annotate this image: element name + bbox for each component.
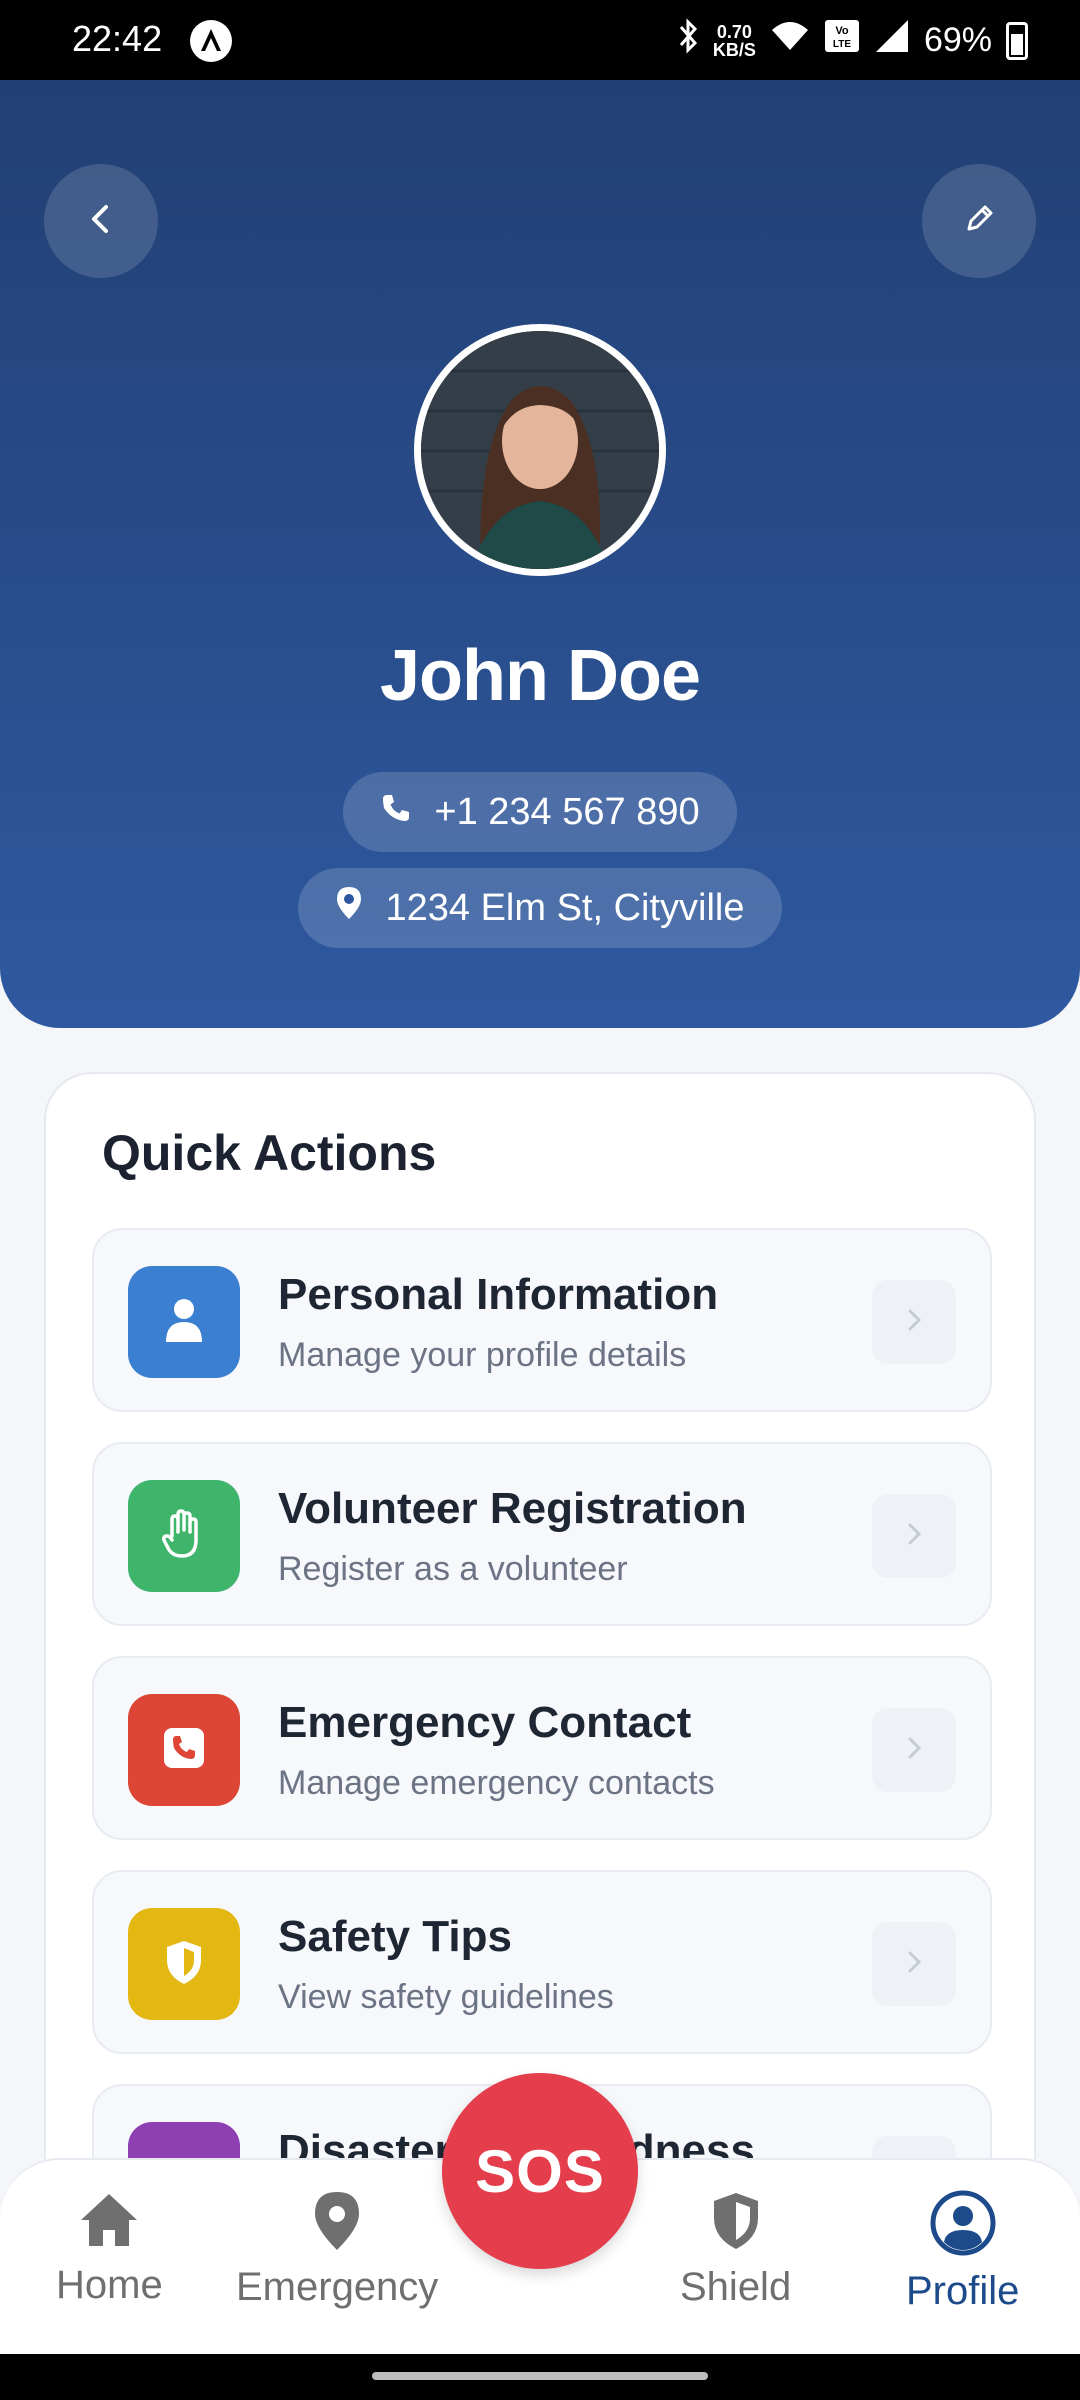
action-safety-tips[interactable]: Safety Tips View safety guidelines [92, 1870, 992, 2054]
avatar [414, 324, 666, 576]
wifi-icon [770, 20, 810, 61]
battery-percent: 69% [923, 21, 992, 59]
phone-icon [380, 791, 412, 834]
action-subtitle: Register as a volunteer [278, 1550, 628, 1588]
sos-button[interactable]: SOS [442, 2073, 638, 2269]
battery-icon [1006, 21, 1028, 60]
action-title: Personal Information [278, 1270, 719, 1319]
pencil-icon [961, 201, 997, 242]
address-pill[interactable]: 1234 Elm St, Cityville [298, 868, 782, 948]
location-pin-icon [335, 885, 363, 931]
action-title: Safety Tips [278, 1912, 512, 1961]
nav-label: Home [56, 2263, 163, 2307]
status-time: 22:42 [72, 18, 163, 59]
action-icon-tile [128, 1908, 240, 2020]
chevron-right-icon [900, 1734, 928, 1767]
action-subtitle: Manage emergency contacts [278, 1764, 715, 1802]
nav-label: Profile [906, 2269, 1020, 2313]
phone-pill[interactable]: +1 234 567 890 [343, 772, 737, 852]
phone-number: +1 234 567 890 [434, 790, 700, 833]
back-button[interactable] [44, 164, 158, 278]
net-speed-value: 0.70 [716, 21, 752, 42]
edit-profile-button[interactable] [922, 164, 1036, 278]
gesture-handle[interactable] [372, 2372, 708, 2380]
volte-icon: Vo LTE [824, 19, 860, 62]
action-icon-tile [128, 1694, 240, 1806]
chevron-right-icon [900, 1520, 928, 1553]
nav-home[interactable]: Home [56, 2190, 163, 2308]
action-subtitle: Manage your profile details [278, 1336, 687, 1374]
location-pin-icon [311, 2190, 363, 2257]
action-personal-information[interactable]: Personal Information Manage your profile… [92, 1228, 992, 1412]
bluetooth-icon [677, 18, 699, 63]
nav-profile[interactable]: Profile [906, 2190, 1019, 2314]
phone-icon [160, 1724, 208, 1777]
action-icon-tile [128, 1266, 240, 1378]
action-title: Emergency Contact [278, 1698, 692, 1747]
profile-header: John Doe +1 234 567 890 1234 Elm St, Cit… [0, 80, 1080, 1028]
chevron-button[interactable] [872, 1494, 956, 1578]
svg-text:Vo: Vo [835, 25, 849, 37]
gesture-bar [0, 2354, 1080, 2400]
signal-icon [874, 19, 910, 62]
nav-emergency[interactable]: Emergency [236, 2190, 438, 2310]
action-title: Volunteer Registration [278, 1484, 747, 1533]
chevron-button[interactable] [872, 1708, 956, 1792]
net-speed-unit: KB/S [712, 39, 756, 60]
hand-icon [160, 1508, 208, 1565]
app-notification-icon [190, 20, 232, 62]
shield-icon [710, 2190, 762, 2257]
network-speed: 0.70 KB/S [713, 23, 756, 59]
profile-name: John Doe [379, 636, 701, 716]
shield-icon [164, 1938, 204, 1991]
address-text: 1234 Elm St, Cityville [385, 886, 745, 929]
action-icon-tile [128, 1480, 240, 1592]
chevron-right-icon [900, 1306, 928, 1339]
chevron-left-icon [81, 199, 121, 244]
user-icon [162, 1296, 206, 1349]
chevron-button[interactable] [872, 1280, 956, 1364]
nav-label: Emergency [236, 2265, 439, 2309]
status-bar: 22:42 0.70 KB/S Vo LTE 69% [0, 0, 1080, 80]
svg-text:LTE: LTE [833, 39, 851, 50]
nav-shield[interactable]: Shield [680, 2190, 791, 2310]
nav-label: Shield [680, 2265, 792, 2309]
chevron-button[interactable] [872, 1922, 956, 2006]
home-icon [77, 2190, 141, 2255]
chevron-right-icon [900, 1948, 928, 1981]
status-icons: 0.70 KB/S Vo LTE 69% [677, 18, 1028, 63]
action-volunteer-registration[interactable]: Volunteer Registration Register as a vol… [92, 1442, 992, 1626]
profile-icon [930, 2190, 996, 2261]
action-subtitle: View safety guidelines [278, 1978, 614, 2016]
quick-actions-title: Quick Actions [102, 1125, 437, 1181]
action-emergency-contact[interactable]: Emergency Contact Manage emergency conta… [92, 1656, 992, 1840]
